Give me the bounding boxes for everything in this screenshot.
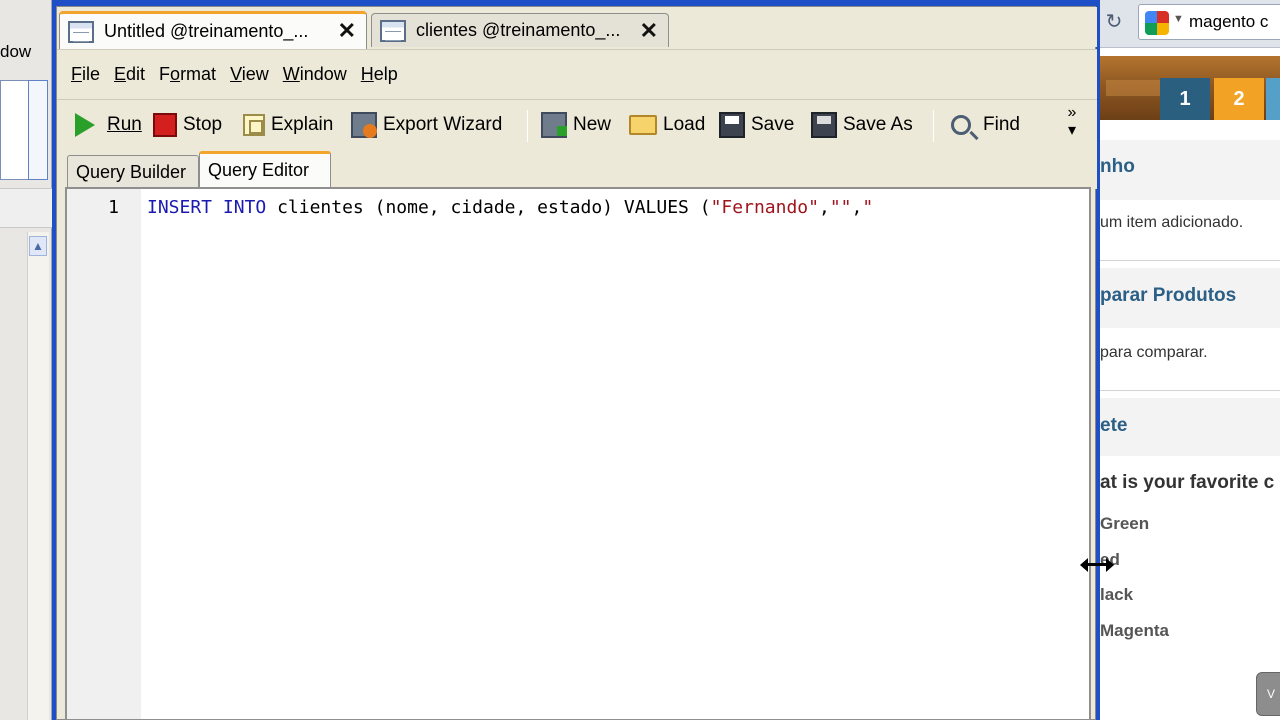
poll-section-title: ete <box>1100 415 1128 436</box>
document-tabs: Untitled @treinamento_... ✕ clientes @tr… <box>57 7 1097 49</box>
sql-client-window: Untitled @treinamento_... ✕ clientes @tr… <box>52 0 1100 720</box>
new-button[interactable]: New <box>541 100 611 150</box>
line-number: 1 <box>108 197 119 218</box>
load-label: Load <box>663 114 706 135</box>
run-label: Run <box>107 114 142 135</box>
background-scrollbar[interactable] <box>27 232 49 720</box>
sql-keyword: INTO <box>222 197 267 218</box>
find-label: Find <box>983 114 1020 135</box>
poll-option[interactable]: Magenta <box>1100 621 1169 641</box>
divider <box>1096 260 1280 261</box>
menu-edit[interactable]: Edit <box>114 64 145 85</box>
explain-icon <box>243 114 265 136</box>
tab-label: clientes @treinamento_... <box>416 20 621 40</box>
stop-label: Stop <box>183 114 223 135</box>
compare-section-title: parar Produtos <box>1100 285 1237 306</box>
stop-button[interactable]: Stop <box>153 100 222 150</box>
tab-query-builder[interactable]: Query Builder <box>67 155 199 189</box>
background-menu-fragment: dow <box>0 42 32 61</box>
poll-option[interactable]: Green <box>1100 514 1149 534</box>
close-icon[interactable]: ✕ <box>338 18 356 44</box>
load-button[interactable]: Load <box>629 100 705 150</box>
toolbar-separator <box>527 110 528 142</box>
save-button[interactable]: Save <box>719 100 794 150</box>
folder-icon <box>629 115 657 135</box>
banner-page-3[interactable] <box>1266 78 1280 120</box>
stop-icon <box>153 113 177 137</box>
export-wizard-label: Export Wizard <box>383 114 503 135</box>
tab-untitled-query[interactable]: Untitled @treinamento_... ✕ <box>59 11 367 49</box>
menu-bar: File Edit Format View Window Help <box>57 49 1097 99</box>
table-icon <box>68 20 94 43</box>
cart-section-title: nho <box>1100 156 1135 177</box>
menu-view[interactable]: View <box>230 64 269 85</box>
reload-icon[interactable]: ↻ <box>1100 8 1128 36</box>
background-browser: ↻ ▼ magento c 1 2 nho um item adicionado… <box>1096 0 1280 720</box>
sql-string: " <box>862 197 874 218</box>
chevron-down-icon: ▾ <box>1067 122 1077 139</box>
sql-paren: ( <box>699 197 711 218</box>
save-icon <box>719 112 745 138</box>
play-icon <box>75 113 95 137</box>
sql-string: "" <box>829 197 852 218</box>
export-wizard-button[interactable]: Export Wizard <box>351 100 502 150</box>
menu-format[interactable]: Format <box>159 64 216 85</box>
toolbar-separator <box>933 110 934 142</box>
divider <box>1096 390 1280 391</box>
sql-comma: , <box>818 197 830 218</box>
sql-keyword: VALUES <box>623 197 689 218</box>
background-pane-border <box>28 80 48 180</box>
table-icon <box>380 19 406 42</box>
poll-question: at is your favorite c <box>1100 472 1275 493</box>
toolbar: Run Stop Explain Export Wizard New Load … <box>57 99 1097 149</box>
explain-button[interactable]: Explain <box>243 100 333 150</box>
code-line[interactable]: INSERT INTO clientes (nome, cidade, esta… <box>147 197 873 218</box>
scroll-up-icon[interactable]: ▲ <box>29 236 47 256</box>
run-button[interactable]: Run <box>71 100 142 150</box>
line-number-gutter: 1 <box>67 189 141 719</box>
close-icon[interactable]: ✕ <box>640 18 658 44</box>
menu-window[interactable]: Window <box>283 64 347 85</box>
search-box[interactable]: ▼ magento c <box>1138 4 1280 40</box>
sql-identifiers: clientes (nome, cidade, estado) <box>277 197 614 218</box>
cart-section-text: um item adicionado. <box>1100 214 1244 231</box>
vote-button[interactable]: V <box>1256 672 1280 716</box>
save-as-label: Save As <box>843 114 913 135</box>
editor-mode-tabs: Query Builder Query Editor <box>57 149 1097 189</box>
search-text[interactable]: magento c <box>1189 12 1268 32</box>
tab-clientes[interactable]: clientes @treinamento_... ✕ <box>371 13 669 47</box>
sql-editor[interactable]: 1 INSERT INTO clientes (nome, cidade, es… <box>65 187 1091 720</box>
google-icon[interactable] <box>1145 11 1169 35</box>
new-table-icon <box>541 112 567 138</box>
new-label: New <box>573 114 612 135</box>
menu-help[interactable]: Help <box>361 64 398 85</box>
save-label: Save <box>751 114 795 135</box>
sql-string: "Fernando" <box>710 197 819 218</box>
browser-toolbar: ↻ ▼ magento c <box>1096 0 1280 48</box>
background-strip <box>0 188 52 228</box>
compare-section-text: para comparar. <box>1100 344 1208 361</box>
tab-label: Untitled @treinamento_... <box>104 21 309 41</box>
save-as-button[interactable]: Save As <box>811 100 913 150</box>
find-button[interactable]: Find <box>951 100 1020 150</box>
tab-query-editor[interactable]: Query Editor <box>199 151 331 189</box>
poll-option[interactable]: lack <box>1100 585 1133 605</box>
search-icon <box>951 115 971 135</box>
sql-keyword: INSERT <box>147 197 213 218</box>
banner-page-1[interactable]: 1 <box>1160 78 1210 120</box>
menu-file[interactable]: File <box>71 64 100 85</box>
toolbar-overflow-button[interactable]: » ▾ <box>1061 104 1083 144</box>
banner-page-2[interactable]: 2 <box>1214 78 1264 120</box>
resize-cursor-icon <box>1080 556 1114 574</box>
sql-comma: , <box>851 197 863 218</box>
export-icon <box>351 112 377 138</box>
search-engine-dropdown-icon[interactable]: ▼ <box>1173 13 1184 25</box>
explain-label: Explain <box>271 114 334 135</box>
window-content: Untitled @treinamento_... ✕ clientes @tr… <box>56 6 1097 720</box>
background-window-left: dow ▲ <box>0 0 52 720</box>
chevron-right-icon: » <box>1067 104 1077 121</box>
save-as-icon <box>811 112 837 138</box>
